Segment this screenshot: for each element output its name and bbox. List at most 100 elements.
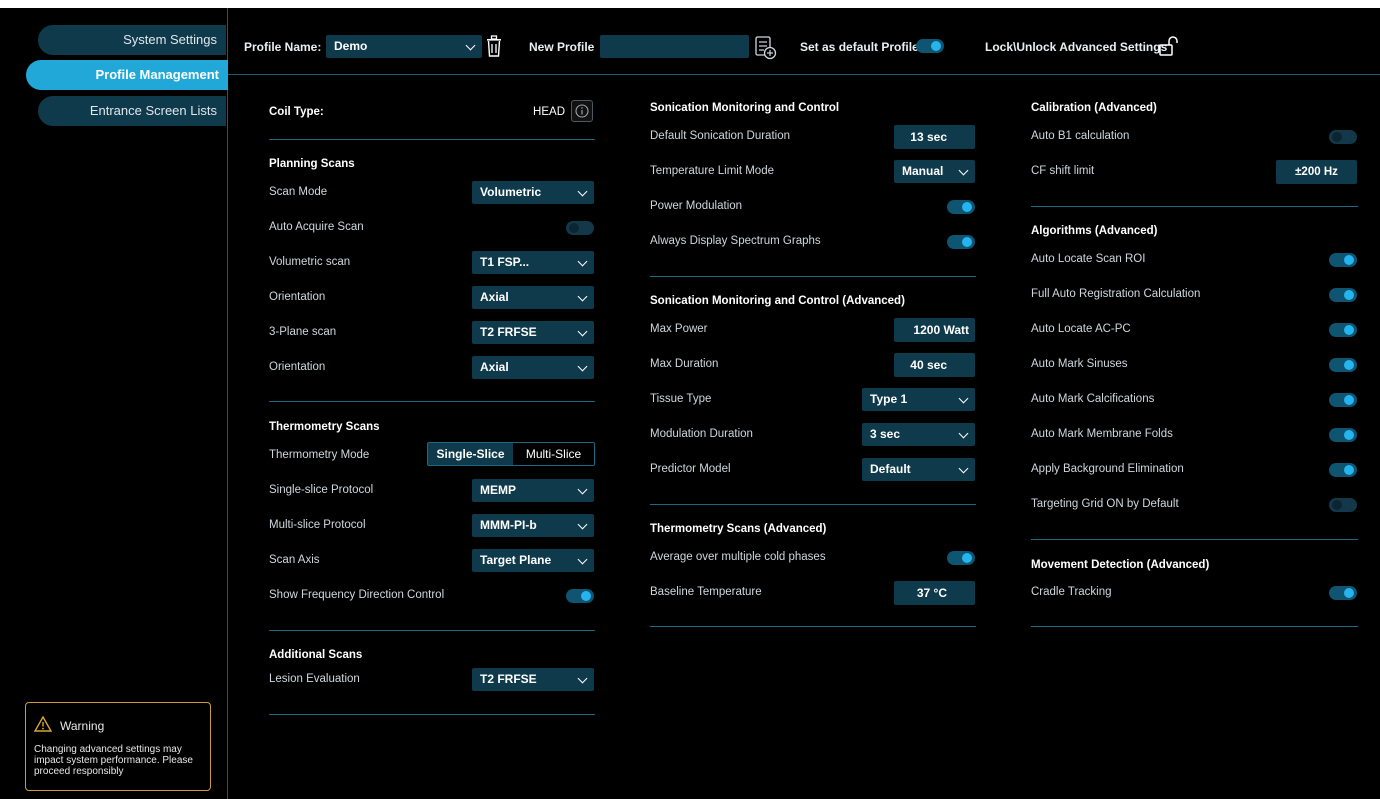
background-elimination-toggle[interactable] [1329,463,1357,477]
sidebar-item-profile-management[interactable]: Profile Management [26,60,228,90]
chevron-down-icon [958,428,969,439]
chevron-down-icon [577,326,588,337]
cradle-tracking-row: Cradle Tracking [1031,581,1358,605]
spectrum-graphs-label: Always Display Spectrum Graphs [650,235,821,247]
sidebar-item-system-settings[interactable]: System Settings [38,25,226,55]
volumetric-scan-row: Volumetric scan T1 FSP... [269,251,595,275]
lesion-evaluation-select[interactable]: T2 FRFSE [472,668,594,691]
max-power-row: Max Power 1200 Watt [650,318,976,342]
frequency-direction-toggle[interactable] [566,589,594,603]
cold-phases-label: Average over multiple cold phases [650,551,826,563]
warning-text: Changing advanced settings may impact sy… [34,744,193,777]
orientation-row: Orientation Axial [269,286,595,310]
temperature-limit-label: Temperature Limit Mode [650,165,774,177]
scan-mode-row: Scan Mode Volumetric [269,181,595,205]
algorithm-label: Targeting Grid ON by Default [1031,498,1179,510]
chevron-down-icon [465,40,476,51]
thermometry-scans-title: Thermometry Scans [269,421,380,433]
single-slice-option[interactable]: Single-Slice [428,443,513,465]
divider [1031,539,1358,540]
spectrum-graphs-toggle[interactable] [947,235,975,249]
power-modulation-row: Power Modulation [650,195,976,219]
auto-acquire-toggle[interactable] [566,221,594,235]
single-slice-protocol-label: Single-slice Protocol [269,484,374,496]
chevron-down-icon [577,186,588,197]
warning-box: Warning Changing advanced settings may i… [25,702,211,791]
unlock-icon[interactable] [1159,36,1179,59]
scan-axis-select[interactable]: Target Plane [472,549,594,572]
single-slice-protocol-select[interactable]: MEMP [472,479,594,502]
info-icon[interactable] [571,100,593,122]
default-profile-toggle[interactable] [916,39,944,53]
cf-shift-input[interactable]: ±200 Hz [1276,160,1357,184]
modulation-duration-select[interactable]: 3 sec [862,423,975,446]
algorithm-row: Auto Locate Scan ROI [1031,248,1358,272]
divider [269,630,595,631]
single-slice-row: Single-slice Protocol MEMP [269,479,595,503]
calibration-title: Calibration (Advanced) [1031,102,1157,114]
auto-locate-acpc-toggle[interactable] [1329,323,1357,337]
divider [650,626,976,627]
auto-mark-sinuses-toggle[interactable] [1329,358,1357,372]
lesion-evaluation-row: Lesion Evaluation T2 FRFSE [269,668,595,692]
algorithm-row: Auto Mark Sinuses [1031,353,1358,377]
multi-slice-protocol-select[interactable]: MMM-PI-b [472,514,594,537]
chevron-down-icon [577,554,588,565]
volumetric-scan-select[interactable]: T1 FSP... [472,251,594,274]
temperature-limit-select[interactable]: Manual [894,160,975,183]
auto-locate-roi-toggle[interactable] [1329,253,1357,267]
default-profile-label: Set as default Profile [800,40,919,54]
auto-mark-membrane-folds-toggle[interactable] [1329,428,1357,442]
chevron-down-icon [958,463,969,474]
power-modulation-toggle[interactable] [947,200,975,214]
auto-acquire-label: Auto Acquire Scan [269,221,364,233]
scan-mode-select[interactable]: Volumetric [472,181,594,204]
add-profile-icon[interactable] [755,36,777,63]
algorithm-row: Auto Mark Calcifications [1031,388,1358,412]
multi-slice-protocol-label: Multi-slice Protocol [269,519,366,531]
max-power-input[interactable]: 1200 Watt [894,318,975,342]
auto-b1-toggle[interactable] [1329,130,1357,144]
auto-registration-toggle[interactable] [1329,288,1357,302]
cf-shift-row: CF shift limit ±200 Hz [1031,160,1358,184]
algorithm-row: Full Auto Registration Calculation [1031,283,1358,307]
orientation-select[interactable]: Axial [472,286,594,309]
movement-detection-title: Movement Detection (Advanced) [1031,559,1210,571]
profile-name-select[interactable]: Demo [326,35,482,58]
baseline-temperature-label: Baseline Temperature [650,586,762,598]
chevron-down-icon [577,291,588,302]
tissue-type-select[interactable]: Type 1 [862,388,975,411]
orientation-label: Orientation [269,361,326,373]
cf-shift-label: CF shift limit [1031,165,1095,177]
spectrum-graphs-row: Always Display Spectrum Graphs [650,230,976,254]
chevron-down-icon [577,256,588,267]
algorithms-title: Algorithms (Advanced) [1031,225,1158,237]
delete-icon[interactable] [486,35,502,60]
algorithm-label: Auto Locate AC-PC [1031,323,1131,335]
targeting-grid-toggle[interactable] [1329,498,1357,512]
profile-header: Profile Name: Demo New Profile Set as de… [228,8,1380,75]
baseline-temperature-row: Baseline Temperature 37 °C [650,581,976,605]
predictor-model-row: Predictor Model Default [650,458,976,482]
cold-phases-toggle[interactable] [947,551,975,565]
modulation-duration-label: Modulation Duration [650,428,753,440]
algorithm-label: Auto Mark Membrane Folds [1031,428,1173,440]
three-plane-select[interactable]: T2 FRFSE [472,321,594,344]
predictor-model-select[interactable]: Default [862,458,975,481]
tissue-type-row: Tissue Type Type 1 [650,388,976,412]
sonication-duration-input[interactable]: 13 sec [894,125,975,149]
new-profile-input[interactable] [600,35,749,58]
max-duration-input[interactable]: 40 sec [894,353,975,377]
thermometry-mode-row: Thermometry Mode Single-Slice Multi-Slic… [269,442,595,468]
auto-mark-calcifications-toggle[interactable] [1329,393,1357,407]
sidebar-item-entrance-screen-lists[interactable]: Entrance Screen Lists [38,96,226,126]
multi-slice-option[interactable]: Multi-Slice [513,443,594,465]
cradle-tracking-toggle[interactable] [1329,586,1357,600]
baseline-temperature-input[interactable]: 37 °C [894,581,975,605]
algorithm-label: Auto Mark Calcifications [1031,393,1155,405]
chevron-down-icon [577,484,588,495]
chevron-down-icon [577,519,588,530]
orientation-select[interactable]: Axial [472,356,594,379]
orientation-row: Orientation Axial [269,356,595,380]
planning-scans-title: Planning Scans [269,158,355,170]
